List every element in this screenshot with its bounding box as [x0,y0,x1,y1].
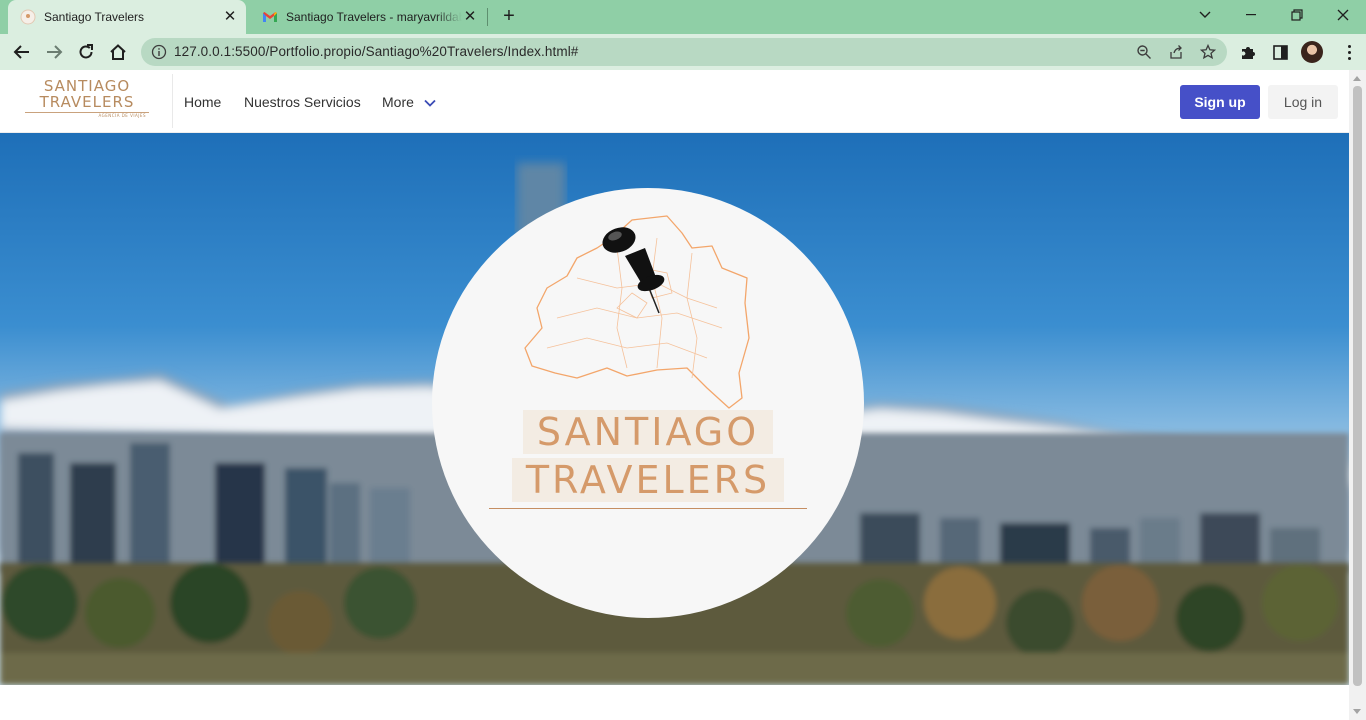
nav-services-link[interactable]: Nuestros Servicios [244,94,361,110]
minimize-icon[interactable] [1237,4,1265,26]
tab-santiago-travelers[interactable]: Santiago Travelers ✕ [8,0,246,34]
logo-divider [172,74,173,128]
logo-tagline: AGENCIA DE VIAJES [98,113,146,118]
back-arrow-icon[interactable] [10,40,34,64]
scroll-down-arrow-icon[interactable] [1353,709,1361,714]
logo-line2: TRAVELERS [39,93,135,111]
emblem-title-line2: TRAVELERS [432,458,864,502]
site-info-icon[interactable] [151,44,167,60]
gmail-icon [263,12,277,22]
restore-icon[interactable] [1283,4,1311,26]
site-favicon-icon [20,9,36,25]
emblem-title-line1: SANTIAGO [432,410,864,454]
hero-emblem: SANTIAGO TRAVELERS [432,188,864,618]
profile-avatar[interactable] [1301,41,1323,63]
site-logo[interactable]: SANTIAGO TRAVELERS AGENCIA DE VIAJES [22,78,152,122]
reload-icon[interactable] [74,40,98,64]
home-icon[interactable] [106,40,130,64]
tab-search-icon[interactable] [1191,4,1219,26]
zoom-icon[interactable] [1136,44,1152,60]
page-scrollbar[interactable] [1349,70,1366,720]
url-text[interactable]: 127.0.0.1:5500/Portfolio.propio/Santiago… [174,38,578,66]
logo-line1: SANTIAGO [43,77,131,95]
hero-banner: SANTIAGO TRAVELERS [0,133,1349,685]
scrollbar-thumb[interactable] [1353,86,1362,686]
close-window-icon[interactable] [1329,4,1357,26]
bookmark-star-icon[interactable] [1200,44,1216,60]
tab-title: Santiago Travelers - maryavrildab [286,10,462,24]
web-page: SANTIAGO TRAVELERS AGENCIA DE VIAJES Hom… [0,70,1366,720]
side-panel-icon[interactable] [1270,42,1290,62]
browser-menu-icon[interactable] [1339,42,1359,62]
nav-more-label: More [382,94,414,110]
chevron-down-icon [424,100,436,108]
close-tab-icon[interactable]: ✕ [462,9,478,25]
scroll-up-arrow-icon[interactable] [1353,76,1361,81]
extensions-puzzle-icon[interactable] [1238,42,1258,62]
new-tab-button[interactable]: + [497,5,521,29]
share-icon[interactable] [1168,44,1184,60]
browser-toolbar: 127.0.0.1:5500/Portfolio.propio/Santiago… [0,34,1366,70]
address-bar[interactable]: 127.0.0.1:5500/Portfolio.propio/Santiago… [141,38,1227,66]
site-header: SANTIAGO TRAVELERS AGENCIA DE VIAJES Hom… [0,70,1349,133]
sign-up-button[interactable]: Sign up [1180,85,1260,119]
log-in-button[interactable]: Log in [1268,85,1338,119]
nav-home-link[interactable]: Home [184,94,221,110]
tab-title: Santiago Travelers [44,10,145,24]
emblem-underline [489,508,807,509]
pushpin-map-icon [524,215,750,409]
close-tab-icon[interactable]: ✕ [222,9,238,25]
nav-more-dropdown[interactable]: More [382,94,436,110]
tab-gmail[interactable]: Santiago Travelers - maryavrildab ✕ [250,0,486,34]
browser-tab-strip: Santiago Travelers ✕ Santiago Travelers … [0,0,1366,34]
tab-separator [487,8,488,26]
forward-arrow-icon[interactable] [42,40,66,64]
